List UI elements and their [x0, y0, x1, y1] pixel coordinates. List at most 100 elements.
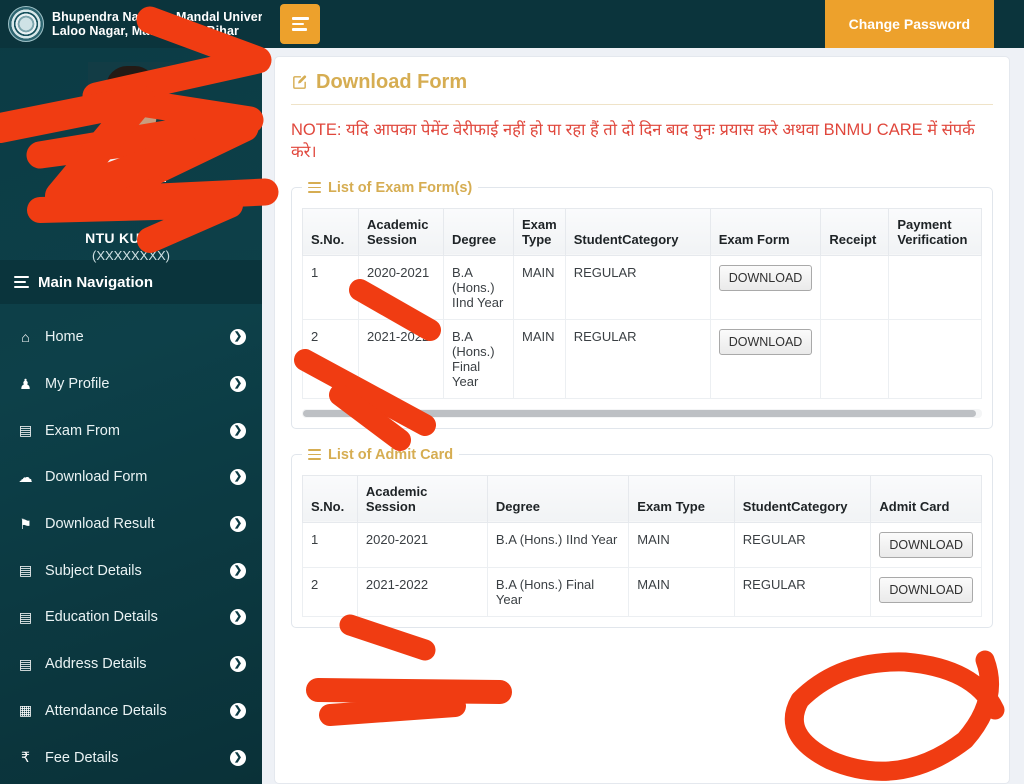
exam-form-legend-text: List of Exam Form(s): [328, 179, 473, 196]
sidebar-nav-list: ⌂ Home ❯ ♟ My Profile ❯ ▤ Exam From ❯ ☁ Download F…: [0, 304, 262, 781]
book-icon: ▤: [18, 655, 33, 672]
cell-receipt: [820, 254, 890, 320]
cell-payment-verification: [888, 318, 982, 399]
sidebar-item-education-details[interactable]: ▤ Education Details ❯: [0, 594, 262, 641]
exam-form-table-body: 1 2020-2021 B.A (Hons.) IInd Year MAIN REGUL…: [302, 254, 982, 399]
sidebar-item-attendance-details[interactable]: ▦ Attendance Details ❯: [0, 688, 262, 735]
exam-form-legend: List of Exam Form(s): [302, 180, 478, 196]
table-row: 1 2020-2021 B.A (Hons.) IInd Year MAIN REGUL…: [302, 254, 982, 320]
sidebar: Bhupendra Narayan Mandal University Lalo…: [0, 0, 262, 784]
sidebar-item-label: Education Details: [45, 609, 158, 626]
cloud-download-icon: ☁: [18, 468, 33, 485]
admit-card-table-body: 1 2020-2021 B.A (Hons.) IInd Year MAIN REGUL…: [302, 521, 982, 617]
cell-academic-session: 2020-2021: [356, 521, 488, 568]
sidebar-item-download-form[interactable]: ☁ Download Form ❯: [0, 454, 262, 501]
cell-academic-session: 2020-2021: [358, 254, 444, 320]
hamburger-menu-icon: [291, 14, 309, 34]
chevron-right-icon: ❯: [230, 749, 246, 766]
chevron-right-icon: ❯: [230, 376, 246, 393]
university-seal-icon: [8, 6, 44, 42]
sidebar-item-fee-details[interactable]: ₹ Fee Details ❯: [0, 734, 262, 781]
chevron-right-icon: ❯: [230, 516, 246, 533]
hamburger-menu-icon: [14, 274, 29, 290]
cell-sno: 1: [302, 254, 359, 320]
scrollbar-thumb[interactable]: [303, 409, 977, 417]
sidebar-item-label: Download Result: [45, 516, 155, 533]
avatar-collar: [96, 136, 166, 182]
table-header-row: S.No. Academic Session Degree Exam Type Stud…: [302, 207, 982, 256]
admit-card-download-button-cell: DOWNLOAD: [870, 566, 982, 617]
admit-card-download-button[interactable]: DOWNLOAD: [879, 576, 973, 603]
book-icon: ▤: [18, 562, 33, 579]
main-navigation-title: Main Navigation: [0, 260, 262, 304]
cell-degree: B.A (Hons.) Final Year: [486, 566, 630, 617]
column-header: S.No.: [302, 207, 359, 256]
column-header: Exam Form: [709, 207, 822, 256]
exam-form-download-button-cell: DOWNLOAD: [709, 318, 822, 399]
user-icon: ♟: [19, 375, 32, 392]
sidebar-item-subject-details[interactable]: ▤ Subject Details ❯: [0, 547, 262, 594]
sidebar-item-label: Address Details: [45, 656, 147, 673]
chevron-right-icon: ❯: [230, 422, 246, 439]
home-icon: ⌂: [21, 329, 30, 346]
sidebar-item-home[interactable]: ⌂ Home ❯: [0, 314, 262, 361]
cell-exam-type: MAIN: [628, 521, 735, 568]
column-header: Receipt: [820, 207, 890, 256]
admit-card-download-button[interactable]: DOWNLOAD: [879, 531, 973, 558]
admit-card-table: S.No. Academic Session Degree Exam Type Stud…: [302, 474, 982, 617]
sidebar-toggle-button[interactable]: [280, 4, 320, 44]
sidebar-item-label: Attendance Details: [45, 702, 167, 719]
column-header: Exam Type: [628, 474, 735, 523]
cell-academic-session: 2021-2022: [356, 566, 488, 617]
change-password-button[interactable]: Change Password: [824, 0, 994, 48]
sidebar-item-label: Subject Details: [45, 562, 142, 579]
university-name-line2: Laloo Nagar, Madhepura, Bihar: [52, 24, 239, 38]
download-form-card: Download Form NOTE: यदि आपका पेमेंट वेरी…: [274, 56, 1010, 784]
top-bar: Change Password: [262, 0, 1024, 48]
cell-student-category: REGULAR: [564, 318, 711, 399]
chevron-right-icon: ❯: [230, 329, 246, 346]
admit-card-section: List of Admit Card S.No. Academic Session…: [291, 446, 993, 628]
exam-form-download-button[interactable]: DOWNLOAD: [718, 328, 813, 355]
main-content: Download Form NOTE: यदि आपका पेमेंट वेरी…: [262, 48, 1024, 784]
cell-sno: 2: [302, 318, 359, 399]
university-name: Bhupendra Narayan Mandal University Lalo…: [52, 10, 262, 38]
cell-student-category: REGULAR: [733, 566, 872, 617]
chevron-right-icon: ❯: [230, 562, 246, 579]
column-header: Degree: [443, 207, 514, 256]
app-root: Bhupendra Narayan Mandal University Lalo…: [0, 0, 1024, 784]
exam-form-table: S.No. Academic Session Degree Exam Type Stud…: [302, 207, 982, 399]
book-icon: ▤: [18, 608, 33, 625]
sidebar-item-exam-from[interactable]: ▤ Exam From ❯: [0, 407, 262, 454]
horizontal-scrollbar[interactable]: [302, 408, 982, 418]
column-header: Degree: [486, 474, 630, 523]
university-name-line1: Bhupendra Narayan Mandal University: [52, 10, 262, 24]
table-row: 2 2021-2022 B.A (Hons.) Final Year MAIN REGU…: [302, 566, 982, 617]
table-header-row: S.No. Academic Session Degree Exam Type Stud…: [302, 474, 982, 523]
cell-academic-session: 2021-2022: [358, 318, 444, 399]
sidebar-item-label: Download Form: [45, 469, 148, 486]
chevron-right-icon: ❯: [230, 702, 246, 719]
column-header: StudentCategory: [564, 207, 711, 256]
sidebar-item-label: Home: [45, 329, 84, 346]
chevron-right-icon: ❯: [230, 656, 246, 673]
edit-square-icon: [293, 75, 307, 89]
sidebar-item-address-details[interactable]: ▤ Address Details ❯: [0, 641, 262, 688]
column-header: S.No.: [302, 474, 358, 523]
user-profile: NTU KUMARI (XXXXXXXX): [0, 48, 262, 263]
page-title-text: Download Form: [316, 71, 468, 93]
admit-card-legend-text: List of Admit Card: [328, 446, 454, 463]
graduation-cap-icon: ⚑: [19, 515, 32, 532]
sidebar-item-my-profile[interactable]: ♟ My Profile ❯: [0, 361, 262, 408]
column-header: Academic Session: [358, 207, 444, 256]
column-header: Exam Type: [513, 207, 566, 256]
table-row: 2 2021-2022 B.A (Hons.) Final Year MAIN REGU…: [302, 318, 982, 399]
sidebar-item-download-result[interactable]: ⚑ Download Result ❯: [0, 501, 262, 548]
cell-exam-type: MAIN: [513, 254, 566, 320]
table-row: 1 2020-2021 B.A (Hons.) IInd Year MAIN REGUL…: [302, 521, 982, 568]
exam-form-download-button[interactable]: DOWNLOAD: [718, 264, 813, 291]
cell-exam-type: MAIN: [513, 318, 566, 399]
list-icon: [308, 447, 321, 462]
avatar-hair: [106, 66, 156, 92]
cell-exam-type: MAIN: [628, 566, 735, 617]
